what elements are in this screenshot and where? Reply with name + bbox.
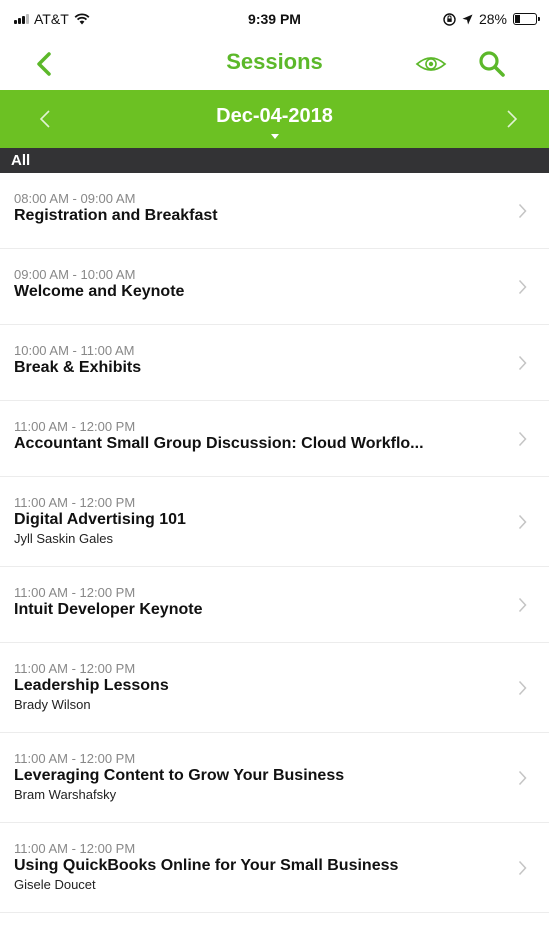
chevron-right-icon — [518, 860, 527, 875]
chevron-right-icon — [518, 680, 527, 695]
page-title: Sessions — [226, 49, 323, 74]
session-title: Welcome and Keynote — [14, 283, 185, 300]
session-title: Using QuickBooks Online for Your Small B… — [14, 857, 399, 874]
session-time: 11:00 AM - 12:00 PM — [14, 495, 136, 510]
session-row[interactable]: 11:00 AM - 12:00 PM Leveraging Content to… — [0, 733, 549, 823]
session-title: Leveraging Content to Grow Your Business — [14, 767, 345, 784]
session-time: 11:00 AM - 12:00 PM — [14, 841, 136, 856]
chevron-right-icon — [518, 597, 527, 612]
next-date-button[interactable] — [497, 104, 527, 134]
session-title: Digital Advertising 101 — [14, 511, 186, 528]
lock-rotation-icon — [443, 12, 456, 26]
filter-header: All — [0, 148, 549, 173]
status-right: 28% — [443, 11, 540, 27]
session-row[interactable]: 11:00 AM - 12:00 PM Digital Advertising 1… — [0, 477, 549, 567]
session-title: Intuit Developer Keynote — [14, 601, 203, 618]
session-time: 11:00 AM - 12:00 PM — [14, 585, 136, 600]
session-row[interactable]: 11:00 AM - 12:00 PM Leadership Lessons Bra… — [0, 643, 549, 733]
session-time: 11:00 AM - 12:00 PM — [14, 661, 136, 676]
chevron-right-icon — [518, 431, 527, 446]
session-row[interactable]: 09:00 AM - 10:00 AM Welcome and Keynote — [0, 249, 549, 325]
session-time: 10:00 AM - 11:00 AM — [14, 343, 135, 358]
search-icon — [479, 51, 505, 77]
session-time: 09:00 AM - 10:00 AM — [14, 267, 136, 282]
session-row[interactable]: 08:00 AM - 09:00 AM Registration and Brea… — [0, 173, 549, 249]
search-button[interactable] — [474, 46, 510, 82]
current-date[interactable]: Dec-04-2018 — [0, 105, 549, 128]
session-row[interactable]: 11:00 AM - 12:00 PM Accountant Small Grou… — [0, 401, 549, 477]
session-speaker: Gisele Doucet — [14, 877, 96, 892]
session-time: 11:00 AM - 12:00 PM — [14, 419, 136, 434]
session-speaker: Jyll Saskin Gales — [14, 531, 113, 546]
battery-percent: 28% — [478, 11, 507, 27]
session-speaker: Brady Wilson — [14, 697, 91, 712]
session-title: Leadership Lessons — [14, 677, 169, 694]
session-title: Registration and Breakfast — [14, 207, 218, 224]
chevron-right-icon — [518, 514, 527, 529]
session-time: 08:00 AM - 09:00 AM — [14, 191, 136, 206]
caret-down-icon — [271, 134, 279, 139]
chevron-right-icon — [518, 279, 527, 294]
eye-button[interactable] — [413, 46, 449, 82]
session-title: Accountant Small Group Discussion: Cloud… — [14, 435, 424, 452]
location-icon — [462, 14, 473, 24]
chevron-right-icon — [507, 110, 518, 128]
chevron-right-icon — [518, 203, 527, 218]
chevron-right-icon — [518, 770, 527, 785]
chevron-right-icon — [518, 355, 527, 370]
session-speaker: Bram Warshafsky — [14, 787, 117, 802]
session-list: 08:00 AM - 09:00 AM Registration and Brea… — [0, 173, 549, 913]
eye-icon — [415, 57, 447, 71]
session-time: 11:00 AM - 12:00 PM — [14, 751, 136, 766]
session-row[interactable]: 11:00 AM - 12:00 PM Using QuickBooks Onli… — [0, 823, 549, 913]
battery-icon — [513, 13, 540, 25]
nav-bar: Sessions — [0, 38, 549, 90]
status-bar: AT&T 9:39 PM 28% — [0, 0, 549, 38]
session-row[interactable]: 10:00 AM - 11:00 AM Break & Exhibits — [0, 325, 549, 401]
session-title: Break & Exhibits — [14, 359, 142, 376]
date-bar: Dec-04-2018 — [0, 90, 549, 148]
session-row[interactable]: 11:00 AM - 12:00 PM Intuit Developer Keyn… — [0, 567, 549, 643]
